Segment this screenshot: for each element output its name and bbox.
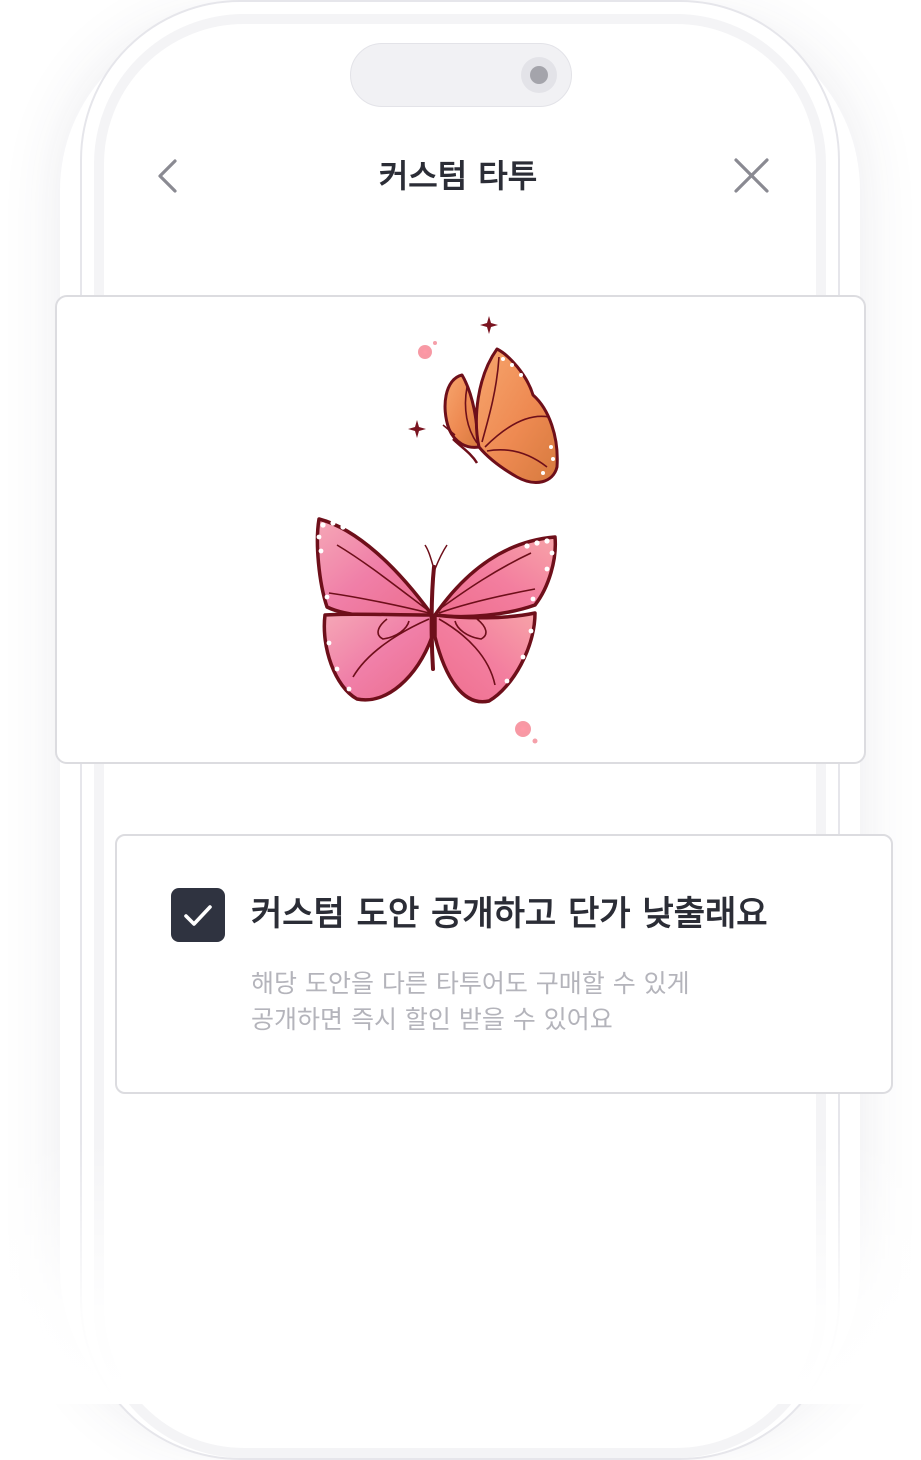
close-button[interactable] (728, 154, 774, 198)
public-design-option[interactable]: 커스텀 도안 공개하고 단가 낮출래요 해당 도안을 다른 타투어도 구매할 수… (115, 834, 893, 1094)
option-title: 커스텀 도안 공개하고 단가 낮출래요 (251, 894, 768, 934)
option-description-line: 해당 도안을 다른 타투어도 구매할 수 있게 (251, 969, 690, 998)
page-title: 커스텀 타투 (378, 157, 538, 195)
bottom-fade (0, 1140, 921, 1404)
camera-icon (521, 57, 557, 93)
butterfly-illustration (315, 316, 559, 744)
back-button[interactable] (150, 155, 190, 197)
option-description: 해당 도안을 다른 타투어도 구매할 수 있게 공개하면 즉시 할인 받을 수 … (251, 966, 690, 1038)
close-icon (734, 158, 769, 193)
tattoo-preview-card (55, 295, 866, 764)
chevron-left-icon (158, 159, 177, 193)
option-description-line: 공개하면 즉시 할인 받을 수 있어요 (251, 1005, 613, 1034)
public-design-checkbox[interactable] (171, 888, 225, 942)
check-icon (184, 905, 212, 926)
